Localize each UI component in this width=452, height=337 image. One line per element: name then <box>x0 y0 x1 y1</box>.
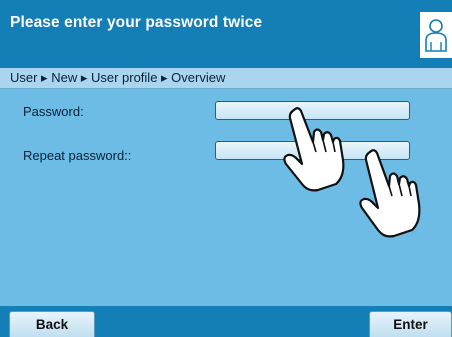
header-bar: Please enter your password twice <box>0 0 452 68</box>
breadcrumb-text: User ▸ New ▸ User profile ▸ Overview <box>10 70 226 85</box>
password-label: Password: <box>23 104 84 119</box>
user-icon[interactable] <box>420 12 452 58</box>
back-button[interactable]: Back <box>9 311 95 337</box>
page-title: Please enter your password twice <box>10 14 263 31</box>
pointing-hand-icon <box>359 149 421 238</box>
footer-bar: Back Enter <box>0 306 452 337</box>
breadcrumb: User ▸ New ▸ User profile ▸ Overview <box>0 68 452 89</box>
pointing-hand-icon <box>283 107 345 192</box>
enter-button[interactable]: Enter <box>369 311 452 337</box>
password-entry-screen: Please enter your password twice User ▸ … <box>0 0 452 337</box>
repeat-password-label: Repeat password:: <box>23 148 132 163</box>
